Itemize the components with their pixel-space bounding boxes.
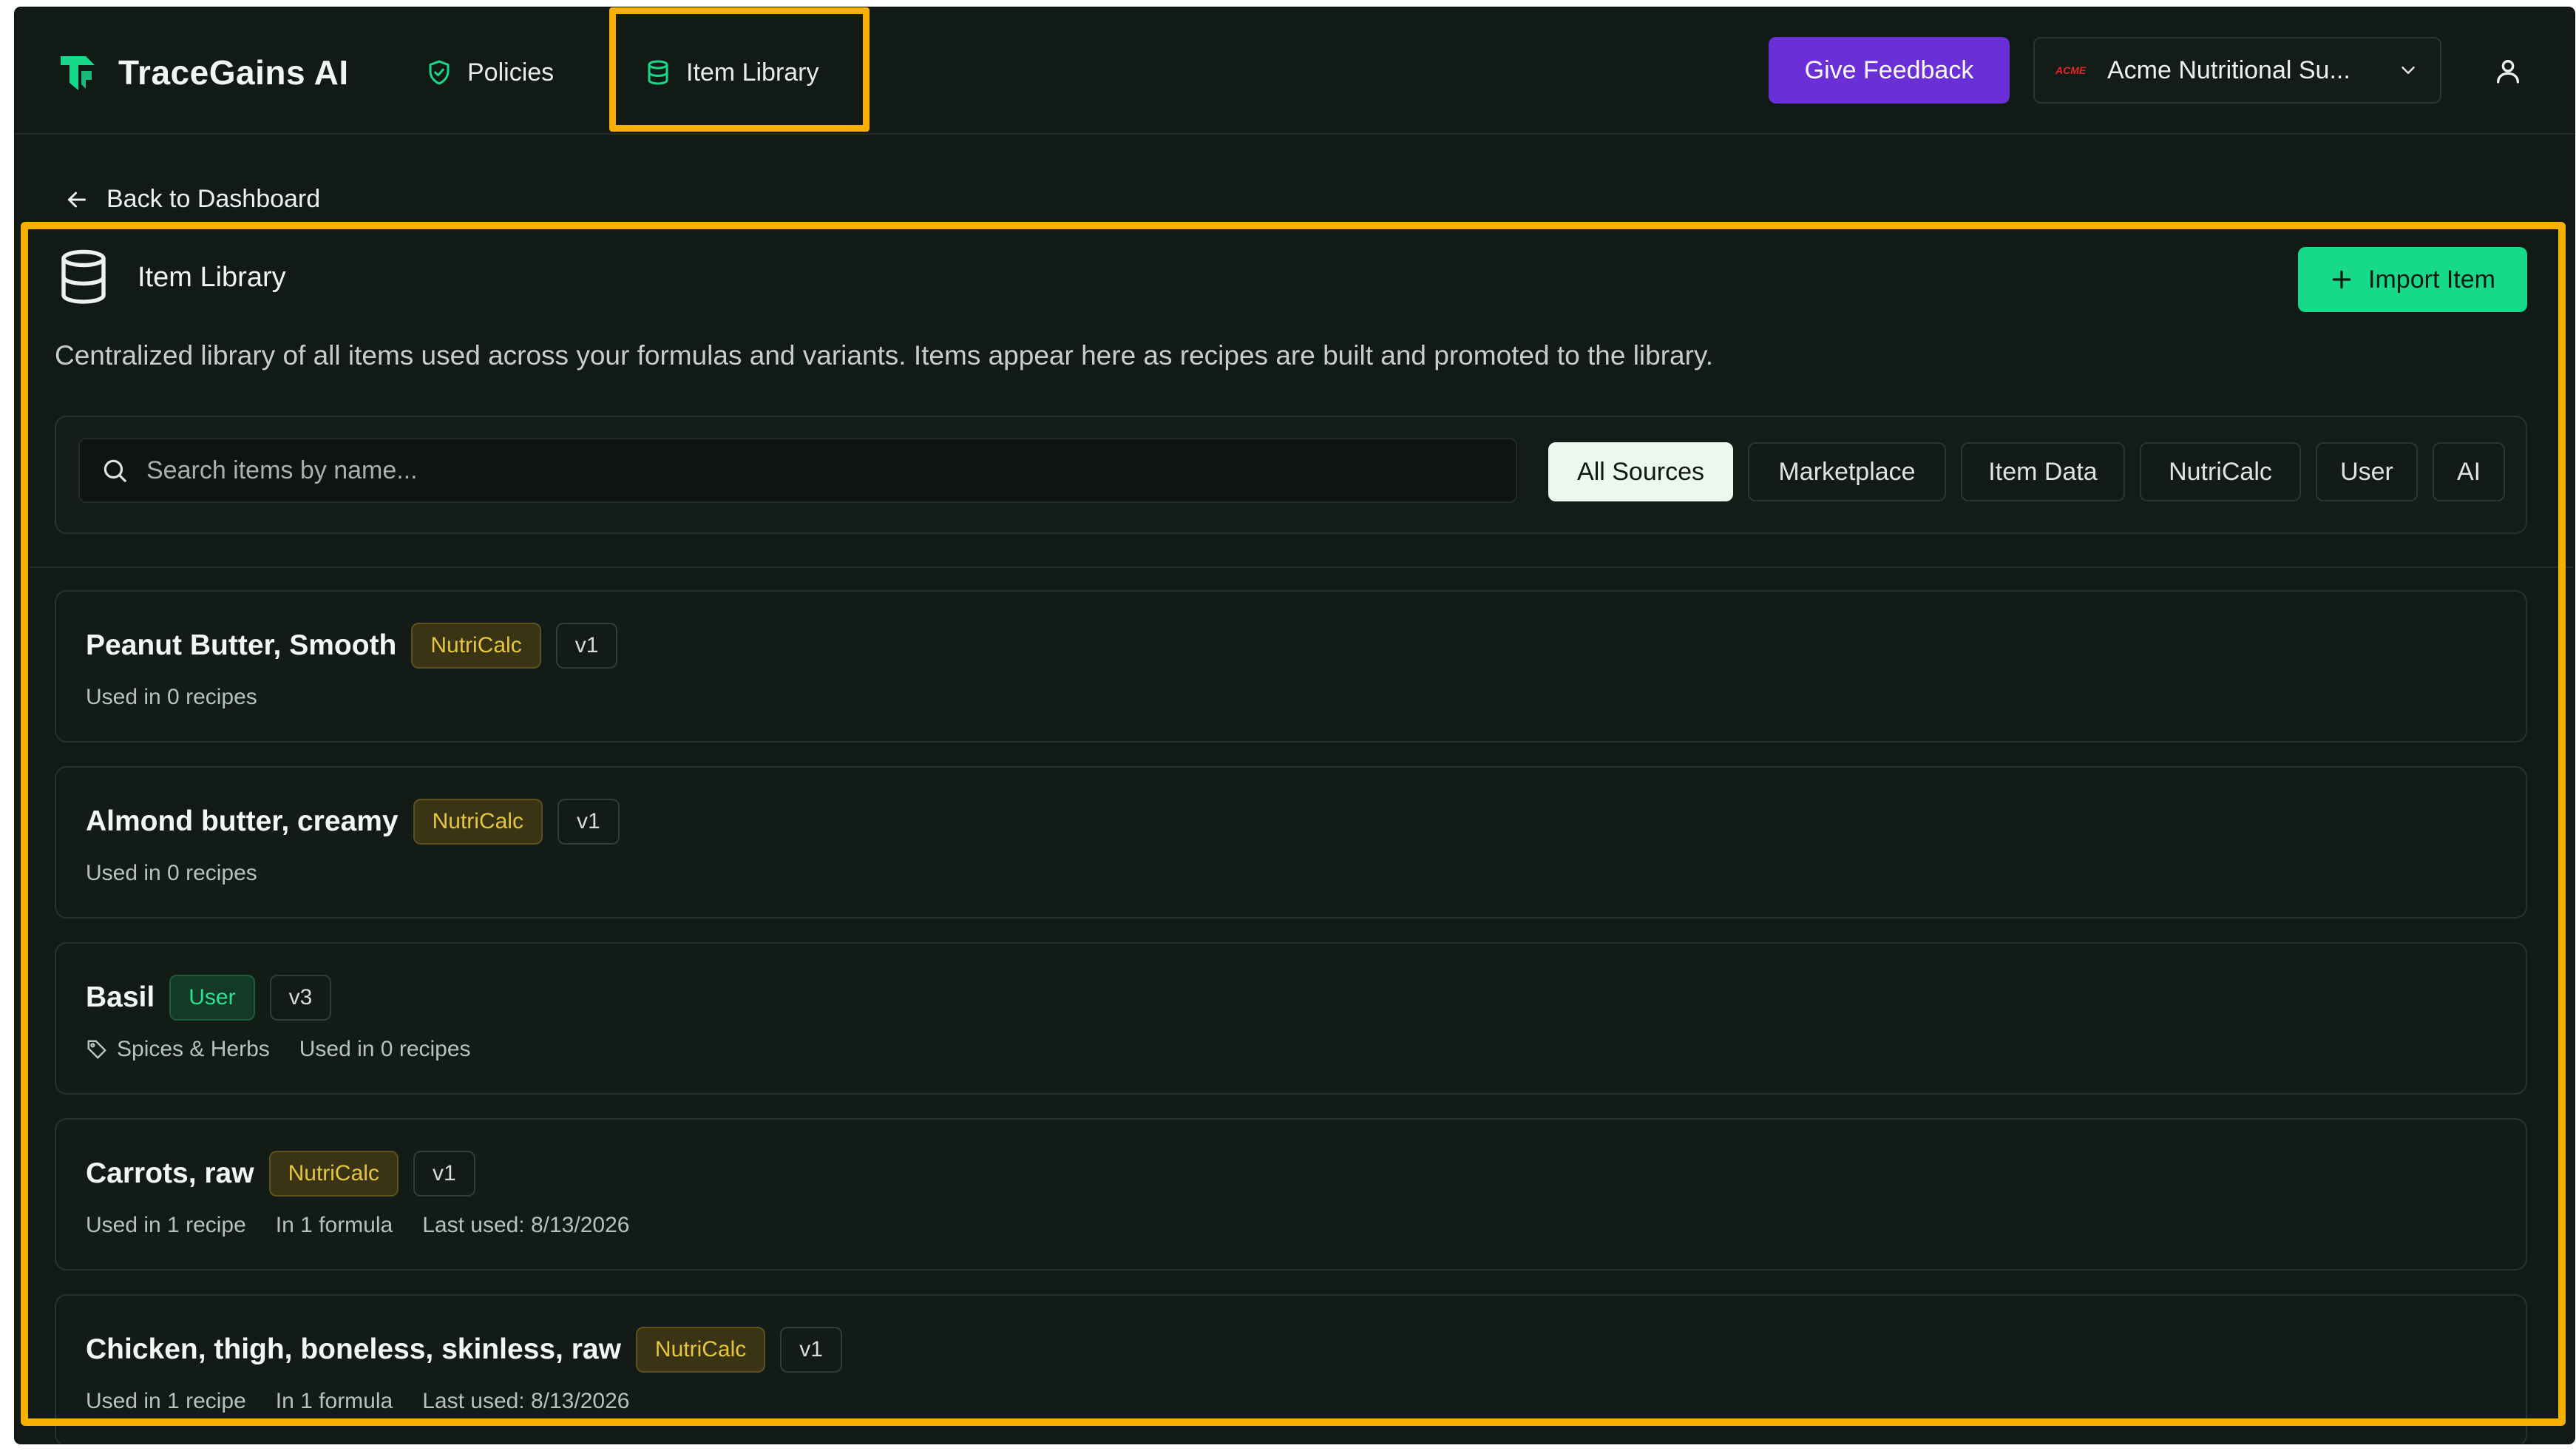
item-title-row: Chicken, thigh, boneless, skinless, raw …: [86, 1327, 842, 1373]
section-divider: [30, 566, 2573, 568]
item-title-row: Almond butter, creamy NutriCalc v1: [86, 799, 620, 845]
back-to-dashboard-link[interactable]: Back to Dashboard: [64, 185, 320, 214]
item-name: Chicken, thigh, boneless, skinless, raw: [86, 1333, 621, 1365]
item-card[interactable]: Peanut Butter, Smooth NutriCalc v1 Used …: [55, 590, 2527, 743]
item-meta: Used in 1 recipe In 1 formula Last used:…: [86, 1389, 629, 1414]
last-used: Last used: 8/13/2026: [422, 1389, 630, 1413]
chevron-down-icon: [2402, 67, 2415, 74]
usage-count: Used in 1 recipe: [86, 1213, 246, 1237]
version-badge: v3: [269, 975, 332, 1021]
search-input[interactable]: [146, 456, 1516, 485]
acme-logo: ACME: [2055, 64, 2087, 76]
panel-header: Item Library: [56, 248, 286, 306]
item-name: Peanut Butter, Smooth: [86, 629, 397, 661]
formula-count: In 1 formula: [275, 1213, 393, 1237]
organization-selector[interactable]: ACME Acme Nutritional Su...: [2033, 37, 2441, 104]
item-title-row: Carrots, raw NutriCalc v1: [86, 1151, 475, 1197]
item-meta: Used in 1 recipe In 1 formula Last used:…: [86, 1213, 629, 1238]
item-title-row: Peanut Butter, Smooth NutriCalc v1: [86, 623, 618, 669]
import-item-button[interactable]: Import Item: [2298, 247, 2527, 312]
item-name: Basil: [86, 981, 155, 1013]
search-box[interactable]: [78, 438, 1517, 503]
usage-count: Used in 1 recipe: [86, 1389, 246, 1413]
nav-policies-label: Policies: [467, 58, 555, 87]
database-icon: [648, 60, 668, 85]
source-badge: NutriCalc: [268, 1151, 399, 1197]
version-badge: v1: [555, 623, 618, 669]
source-badge: User: [169, 975, 255, 1021]
item-card[interactable]: Chicken, thigh, boneless, skinless, raw …: [55, 1294, 2527, 1444]
usage-count: Used in 0 recipes: [86, 685, 257, 709]
version-badge: v1: [780, 1327, 842, 1373]
item-meta: Used in 0 recipes: [86, 685, 257, 710]
version-badge: v1: [413, 1151, 475, 1197]
give-feedback-button[interactable]: Give Feedback: [1769, 37, 2010, 104]
arrow-left-icon: [68, 192, 86, 207]
usage-count: Used in 0 recipes: [299, 1037, 471, 1061]
filter-bar: All Sources Marketplace Item Data NutriC…: [55, 416, 2527, 534]
filter-chip-marketplace[interactable]: Marketplace: [1748, 442, 1946, 501]
top-navigation-bar: TraceGains AI Policies Item Library Give…: [15, 7, 2575, 135]
tag-icon: [87, 1040, 106, 1059]
formula-count: In 1 formula: [275, 1389, 393, 1413]
filter-chip-user[interactable]: User: [2316, 442, 2418, 501]
filter-chip-nutricalc[interactable]: NutriCalc: [2140, 442, 2301, 501]
page-description: Centralized library of all items used ac…: [55, 340, 1713, 371]
nav-item-library-label: Item Library: [686, 58, 819, 87]
import-item-label: Import Item: [2368, 265, 2495, 294]
filter-chip-all-sources[interactable]: All Sources: [1548, 442, 1733, 501]
user-account-icon[interactable]: [2493, 56, 2523, 86]
database-icon: [61, 249, 106, 304]
nav-item-library[interactable]: Item Library: [645, 50, 819, 95]
item-card[interactable]: Carrots, raw NutriCalc v1 Used in 1 reci…: [55, 1118, 2527, 1271]
item-name: Carrots, raw: [86, 1157, 254, 1189]
source-badge: NutriCalc: [413, 799, 543, 845]
search-icon: [104, 459, 126, 482]
page-title: Item Library: [138, 261, 286, 293]
nav-policies[interactable]: Policies: [426, 50, 554, 95]
source-badge: NutriCalc: [411, 623, 541, 669]
item-category-label: Spices & Herbs: [117, 1037, 270, 1061]
item-category: Spices & Herbs: [86, 1037, 270, 1062]
back-link-label: Back to Dashboard: [106, 185, 321, 213]
brand-name: TraceGains AI: [118, 53, 349, 92]
brand[interactable]: TraceGains AI: [56, 50, 349, 95]
shield-check-icon: [429, 60, 450, 85]
item-meta: Spices & Herbs Used in 0 recipes: [86, 1037, 471, 1062]
last-used: Last used: 8/13/2026: [422, 1213, 630, 1237]
filter-chip-item-data[interactable]: Item Data: [1961, 442, 2125, 501]
item-meta: Used in 0 recipes: [86, 861, 257, 886]
tracegains-logo-icon: [61, 56, 95, 90]
plus-icon: [2332, 270, 2351, 289]
usage-count: Used in 0 recipes: [86, 861, 257, 885]
item-title-row: Basil User v3: [86, 975, 332, 1021]
version-badge: v1: [557, 799, 620, 845]
item-card[interactable]: Almond butter, creamy NutriCalc v1 Used …: [55, 766, 2527, 919]
filter-chip-ai[interactable]: AI: [2433, 442, 2505, 501]
item-name: Almond butter, creamy: [86, 805, 399, 837]
app-window: TraceGains AI Policies Item Library Give…: [15, 7, 2575, 1444]
item-card[interactable]: Basil User v3 Spices & Herbs Used in 0 r…: [55, 942, 2527, 1095]
source-badge: NutriCalc: [635, 1327, 766, 1373]
organization-name: Acme Nutritional Su...: [2107, 55, 2350, 84]
